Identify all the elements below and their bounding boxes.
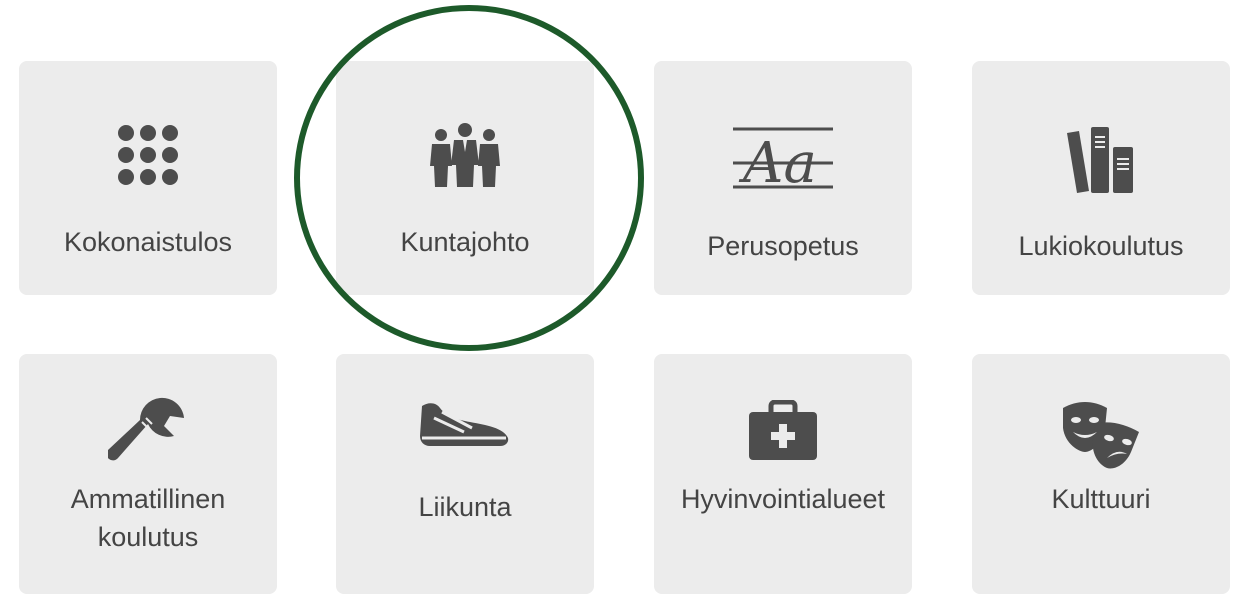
tile-perusopetus[interactable]: Aa Perusopetus bbox=[654, 61, 912, 295]
first-aid-kit-icon bbox=[654, 400, 912, 462]
tile-label: Kuntajohto bbox=[400, 227, 530, 257]
tile-label: Liikunta bbox=[418, 492, 512, 522]
tile-label: Kulttuuri bbox=[1051, 484, 1151, 514]
books-icon bbox=[972, 125, 1230, 195]
theater-masks-icon bbox=[972, 400, 1230, 470]
tile-kulttuuri[interactable]: Kulttuuri bbox=[972, 354, 1230, 594]
tile-ammatillinen-koulutus[interactable]: Ammatillinen koulutus bbox=[19, 354, 277, 594]
tile-label: Perusopetus bbox=[707, 231, 859, 261]
tile-kokonaistulos[interactable]: Kokonaistulos bbox=[19, 61, 277, 295]
tile-label: Lukiokoulutus bbox=[1018, 231, 1184, 261]
tile-liikunta[interactable]: Liikunta bbox=[336, 354, 594, 594]
group-of-people-icon bbox=[336, 123, 594, 189]
grid-dots-icon bbox=[19, 123, 277, 187]
tile-label: Kokonaistulos bbox=[63, 227, 233, 257]
svg-text:Aa: Aa bbox=[738, 131, 817, 193]
sneaker-icon bbox=[336, 400, 594, 450]
wrench-icon bbox=[19, 394, 277, 474]
tile-label: Hyvinvointialueet bbox=[680, 484, 886, 514]
tile-lukiokoulutus[interactable]: Lukiokoulutus bbox=[972, 61, 1230, 295]
tile-kuntajohto[interactable]: Kuntajohto bbox=[336, 61, 594, 295]
tile-label: Ammatillinen koulutus bbox=[70, 484, 226, 552]
letters-aa-icon: Aa bbox=[654, 123, 912, 193]
tile-hyvinvointialueet[interactable]: Hyvinvointialueet bbox=[654, 354, 912, 594]
